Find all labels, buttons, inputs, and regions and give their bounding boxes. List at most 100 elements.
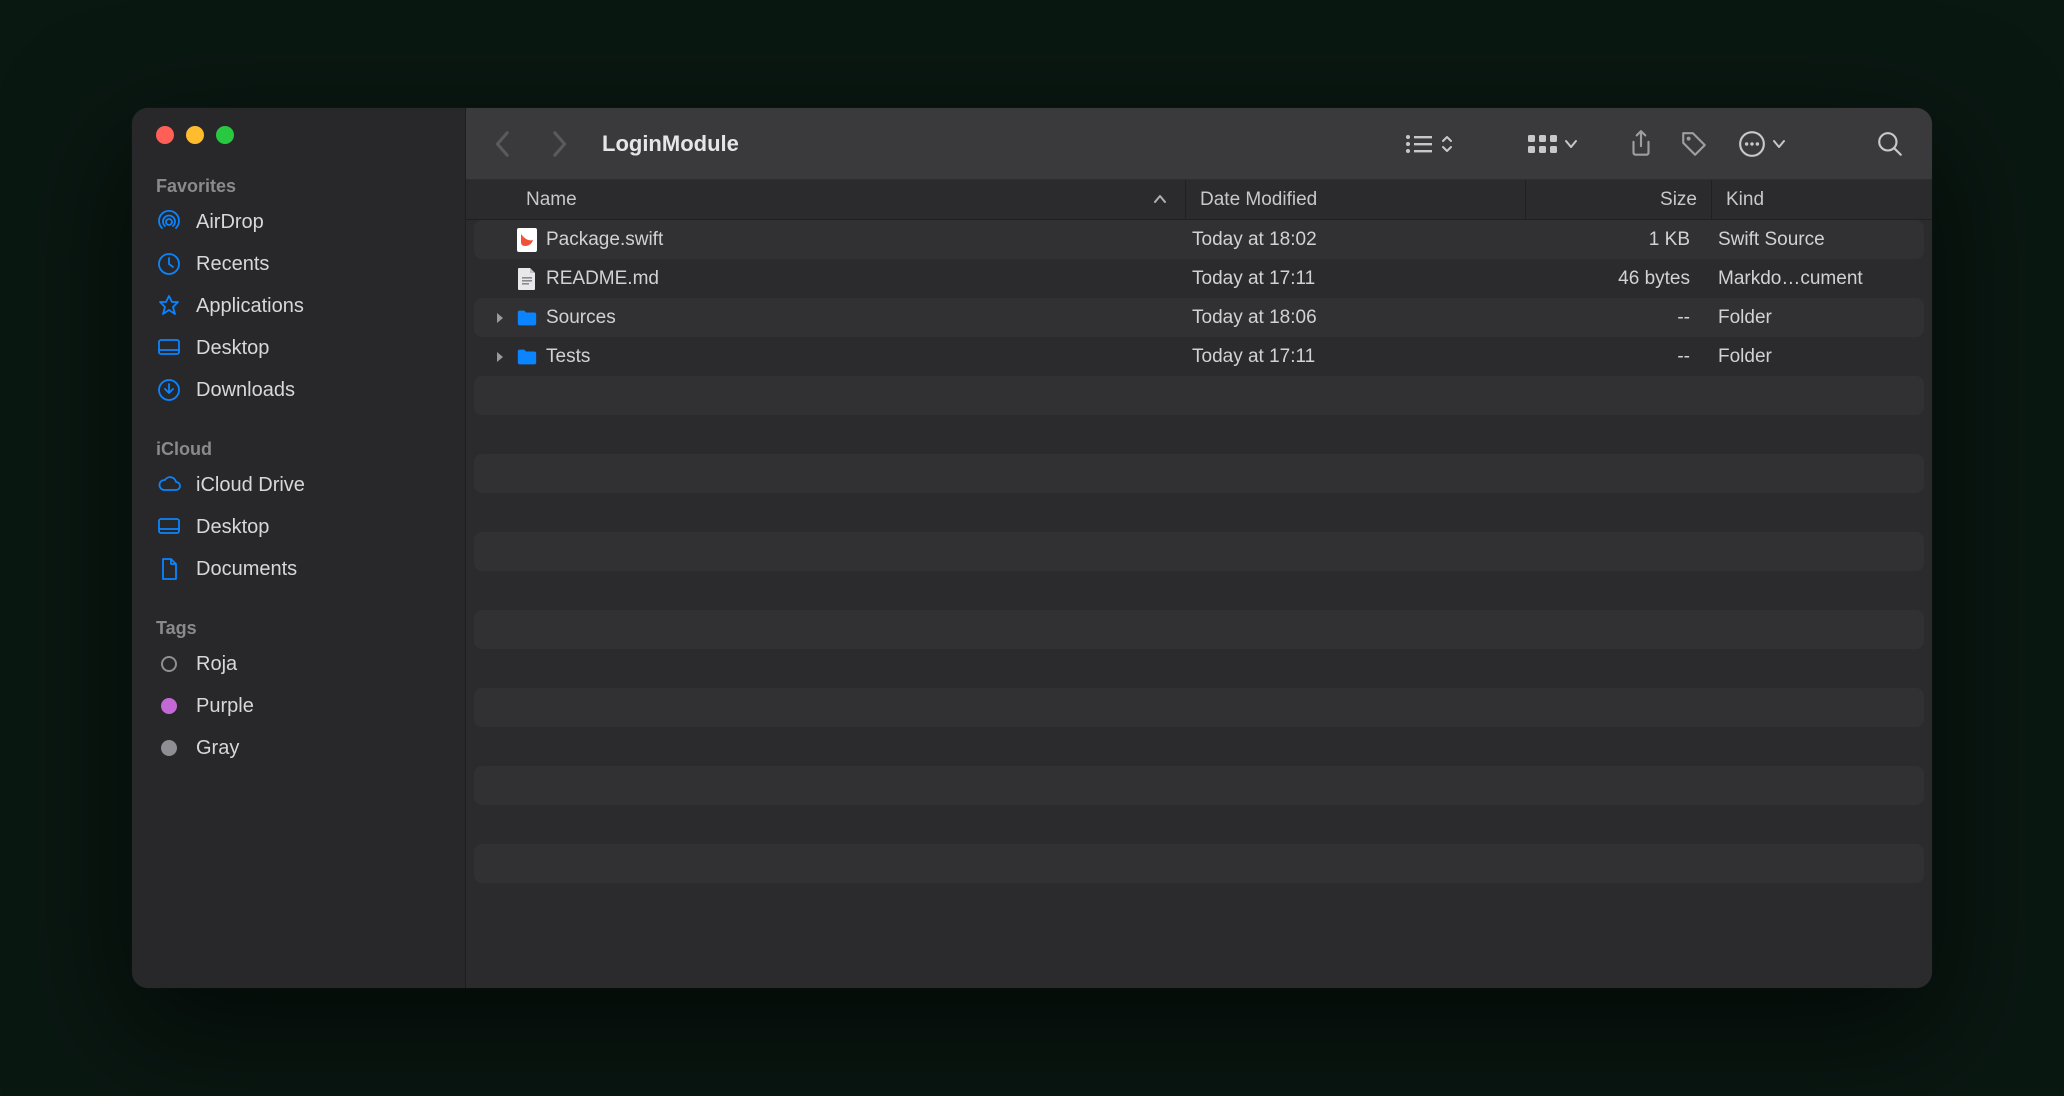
sidebar-item-label: Purple <box>196 695 254 718</box>
group-by-control[interactable] <box>1528 133 1578 155</box>
file-size: -- <box>1518 346 1704 368</box>
chevron-down-icon <box>1772 138 1786 150</box>
sidebar-item[interactable]: AirDrop <box>132 201 465 243</box>
toolbar: LoginModule <box>466 108 1932 180</box>
main-panel: LoginModule <box>466 108 1932 988</box>
empty-row <box>474 766 1924 805</box>
zoom-button[interactable] <box>216 126 234 144</box>
back-button[interactable] <box>488 124 518 164</box>
file-date: Today at 18:06 <box>1178 307 1518 329</box>
sidebar-item[interactable]: Desktop <box>132 506 465 548</box>
sidebar-item-label: Desktop <box>196 516 269 539</box>
sidebar-item-label: Downloads <box>196 379 295 402</box>
forward-button[interactable] <box>544 124 574 164</box>
file-date: Today at 18:02 <box>1178 229 1518 251</box>
sidebar-item[interactable]: Recents <box>132 243 465 285</box>
file-row[interactable]: Package.swiftToday at 18:021 KBSwift Sou… <box>474 220 1924 259</box>
file-row[interactable]: Tests Today at 17:11--Folder <box>474 337 1924 376</box>
tag-dot-icon <box>156 651 182 677</box>
file-list: Package.swiftToday at 18:021 KBSwift Sou… <box>466 220 1932 988</box>
view-mode-control[interactable] <box>1404 133 1454 155</box>
column-label: Size <box>1660 189 1697 211</box>
sidebar: Favorites AirDrop Recents Applications Deskt… <box>132 108 466 988</box>
file-kind: Folder <box>1704 307 1924 329</box>
file-row[interactable]: README.mdToday at 17:1146 bytesMarkdo…cu… <box>474 259 1924 298</box>
disclosure-triangle[interactable] <box>492 351 508 363</box>
sidebar-item[interactable]: Purple <box>132 685 465 727</box>
tags-button[interactable] <box>1674 124 1714 164</box>
sidebar-item[interactable]: Documents <box>132 548 465 590</box>
sidebar-item-label: AirDrop <box>196 211 264 234</box>
column-headers: Name Date Modified Size Kind <box>466 180 1932 220</box>
column-label: Name <box>526 189 577 211</box>
sidebar-item[interactable]: Desktop <box>132 327 465 369</box>
empty-row <box>474 415 1924 454</box>
file-row[interactable]: SourcesToday at 18:06--Folder <box>474 298 1924 337</box>
action-menu-button[interactable] <box>1738 130 1786 158</box>
tag-icon <box>1680 130 1708 158</box>
empty-row <box>474 805 1924 844</box>
empty-row <box>474 532 1924 571</box>
file-kind: Swift Source <box>1704 229 1924 251</box>
file-name: README.md <box>546 268 659 290</box>
empty-row <box>474 883 1924 922</box>
airdrop-icon <box>156 209 182 235</box>
sidebar-item-label: Roja <box>196 653 237 676</box>
sidebar-item[interactable]: iCloud Drive <box>132 464 465 506</box>
list-view-icon <box>1404 133 1434 155</box>
clock-icon <box>156 251 182 277</box>
column-label: Kind <box>1726 189 1764 211</box>
sidebar-section-label: Tags <box>132 608 465 643</box>
folder-file-icon <box>516 344 538 370</box>
finder-window: Favorites AirDrop Recents Applications Deskt… <box>132 108 1932 988</box>
sidebar-item[interactable]: Downloads <box>132 369 465 411</box>
file-name: Tests <box>546 346 590 368</box>
empty-row <box>474 454 1924 493</box>
desktop-icon <box>156 335 182 361</box>
empty-row <box>474 727 1924 766</box>
sidebar-item[interactable]: Applications <box>132 285 465 327</box>
empty-row <box>474 844 1924 883</box>
empty-row <box>474 649 1924 688</box>
column-header-date[interactable]: Date Modified <box>1186 180 1526 219</box>
md-file-icon <box>516 266 538 292</box>
sidebar-item-label: Applications <box>196 295 304 318</box>
search-button[interactable] <box>1870 124 1910 164</box>
file-date: Today at 17:11 <box>1178 346 1518 368</box>
tag-dot-icon <box>156 735 182 761</box>
sidebar-item-label: Recents <box>196 253 269 276</box>
window-controls <box>132 126 465 166</box>
ellipsis-circle-icon <box>1738 130 1766 158</box>
search-icon <box>1876 130 1904 158</box>
empty-row <box>474 688 1924 727</box>
share-button[interactable] <box>1622 123 1660 165</box>
sidebar-section-label: iCloud <box>132 429 465 464</box>
disclosure-triangle[interactable] <box>492 312 508 324</box>
file-size: -- <box>1518 307 1704 329</box>
column-header-kind[interactable]: Kind <box>1712 180 1932 219</box>
file-kind: Folder <box>1704 346 1924 368</box>
sidebar-section-label: Favorites <box>132 166 465 201</box>
file-size: 1 KB <box>1518 229 1704 251</box>
cloud-icon <box>156 472 182 498</box>
minimize-button[interactable] <box>186 126 204 144</box>
file-date: Today at 17:11 <box>1178 268 1518 290</box>
sidebar-item[interactable]: Gray <box>132 727 465 769</box>
apps-icon <box>156 293 182 319</box>
empty-row <box>474 376 1924 415</box>
sidebar-item-label: iCloud Drive <box>196 474 305 497</box>
column-header-name[interactable]: Name <box>466 180 1186 219</box>
chevron-left-icon <box>494 130 512 158</box>
chevron-down-icon <box>1564 138 1578 150</box>
empty-row <box>474 610 1924 649</box>
up-down-chevron-icon <box>1440 133 1454 155</box>
folder-file-icon <box>516 305 538 331</box>
tag-dot-icon <box>156 693 182 719</box>
close-button[interactable] <box>156 126 174 144</box>
desktop-icon <box>156 514 182 540</box>
share-icon <box>1628 129 1654 159</box>
sidebar-item-label: Documents <box>196 558 297 581</box>
sidebar-item[interactable]: Roja <box>132 643 465 685</box>
sort-ascending-icon <box>1153 189 1167 211</box>
column-header-size[interactable]: Size <box>1526 180 1712 219</box>
